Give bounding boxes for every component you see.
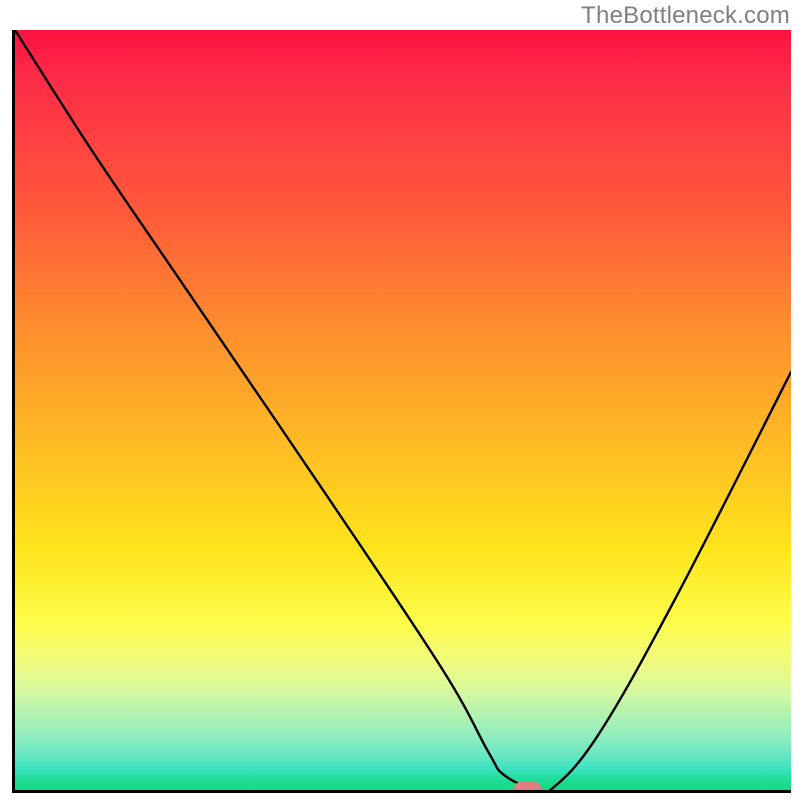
bottleneck-curve xyxy=(15,30,791,790)
watermark-text: TheBottleneck.com xyxy=(581,2,790,30)
curve-path xyxy=(15,30,791,790)
chart-plot-area xyxy=(12,30,791,793)
sweet-spot-marker xyxy=(514,782,541,793)
